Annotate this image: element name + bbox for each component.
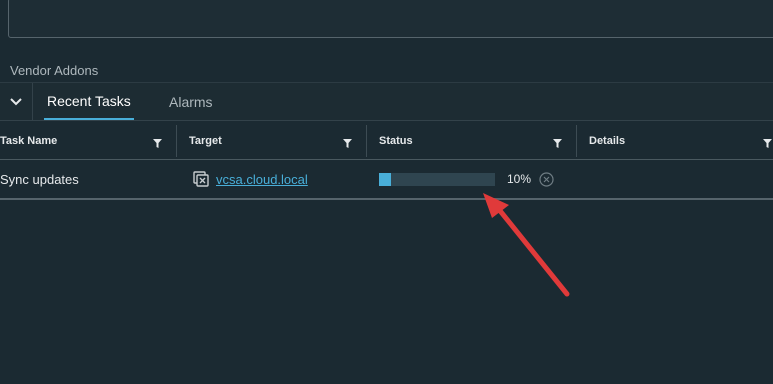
recent-tasks-table: Task Name Target Status Details Sync upd…: [0, 120, 773, 200]
target-cell: vcsa.cloud.local: [193, 160, 308, 198]
table-row[interactable]: Sync updates vcsa.cloud.local 10%: [0, 160, 773, 200]
column-header-status[interactable]: Status: [379, 121, 576, 161]
target-link[interactable]: vcsa.cloud.local: [216, 172, 308, 187]
filter-icon[interactable]: [763, 139, 772, 148]
column-header-task-name[interactable]: Task Name: [0, 121, 176, 161]
tab-alarms[interactable]: Alarms: [169, 83, 213, 121]
collapse-panel-button[interactable]: [0, 83, 33, 121]
progress-bar: [379, 172, 495, 186]
filter-icon[interactable]: [343, 139, 352, 148]
filter-icon[interactable]: [153, 139, 162, 148]
filter-icon[interactable]: [553, 139, 562, 148]
tasks-panel-header: Recent Tasks Alarms: [0, 82, 773, 121]
vm-target-icon: [193, 170, 209, 187]
vendor-addons-label: Vendor Addons: [10, 63, 99, 78]
column-header-details[interactable]: Details: [589, 121, 773, 161]
chevron-down-icon: [10, 98, 22, 106]
column-resize-handle[interactable]: [366, 125, 367, 157]
column-label: Details: [589, 135, 626, 147]
tab-recent-tasks[interactable]: Recent Tasks: [44, 83, 134, 121]
table-header: Task Name Target Status Details: [0, 120, 773, 160]
progress-fill: [379, 172, 391, 186]
column-resize-handle[interactable]: [576, 125, 577, 157]
column-resize-handle[interactable]: [176, 125, 177, 157]
progress-percent: 10%: [507, 172, 532, 186]
column-label: Task Name: [0, 135, 58, 147]
column-header-target[interactable]: Target: [189, 121, 366, 161]
cancel-task-icon[interactable]: [539, 171, 554, 187]
column-label: Target: [189, 135, 222, 147]
task-name-cell: Sync updates: [0, 171, 79, 187]
column-label: Status: [379, 135, 413, 147]
top-panel: [8, 0, 773, 38]
status-cell: 10%: [379, 160, 554, 198]
